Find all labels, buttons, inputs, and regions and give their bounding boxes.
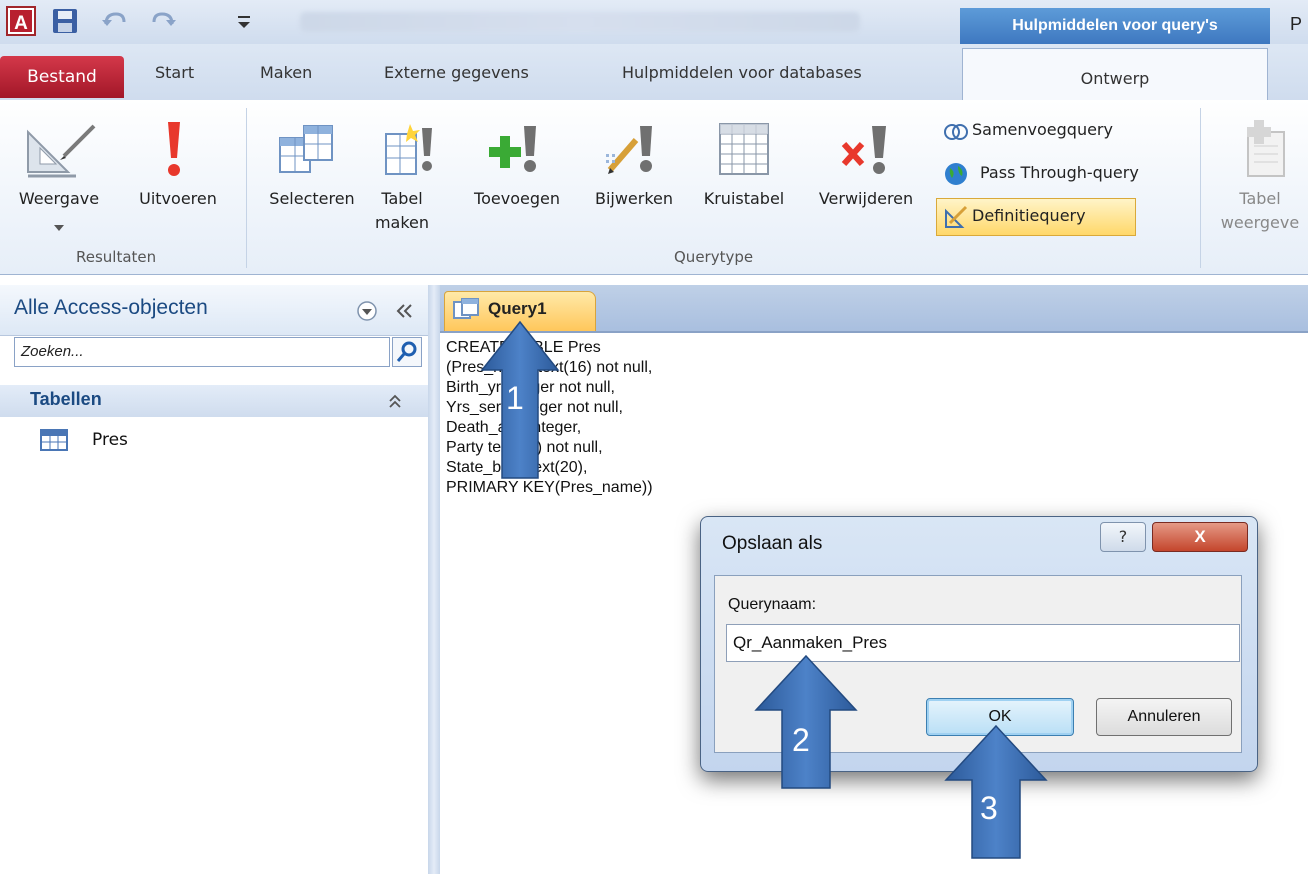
navigation-pane-title[interactable]: Alle Access-objecten — [14, 296, 208, 320]
tab-bestand[interactable]: Bestand — [0, 56, 124, 98]
kruistabel-button[interactable]: Kruistabel — [690, 188, 798, 210]
group-separator — [246, 108, 247, 268]
undo-icon[interactable] — [100, 8, 130, 34]
dialog-title: Opslaan als — [722, 533, 823, 554]
window-title-blurred — [300, 12, 860, 32]
collapse-group-icon[interactable] — [386, 392, 404, 410]
pass-through-query-button[interactable]: Pass Through-query — [980, 163, 1139, 182]
delete-query-icon[interactable] — [838, 118, 898, 182]
design-view-icon[interactable] — [20, 118, 102, 182]
select-query-icon[interactable] — [274, 118, 338, 182]
update-query-icon[interactable] — [600, 118, 660, 182]
bijwerken-button[interactable]: Bijwerken — [582, 188, 686, 210]
tabel-weergeven-label-2[interactable]: weergeve — [1212, 212, 1308, 234]
tabel-weergeven-label-1[interactable]: Tabel — [1212, 188, 1308, 210]
search-icon[interactable] — [392, 337, 422, 367]
nav-group-tabellen[interactable]: Tabellen — [30, 389, 102, 410]
nav-item-label: Pres — [92, 430, 128, 450]
tab-maken[interactable]: Maken — [260, 58, 312, 88]
toevoegen-button[interactable]: Toevoegen — [456, 188, 578, 210]
group-resultaten: Resultaten — [76, 248, 157, 266]
document-tab-label: Query1 — [488, 299, 547, 318]
show-table-icon[interactable] — [1236, 118, 1292, 182]
globe-icon[interactable] — [944, 162, 968, 186]
nav-search-input[interactable]: Zoeken... — [14, 337, 390, 367]
run-exclamation-icon[interactable] — [158, 118, 190, 182]
customize-toolbar-icon[interactable] — [234, 10, 254, 32]
tabel-maken-label-2[interactable]: maken — [372, 212, 432, 234]
redo-icon[interactable] — [148, 8, 178, 34]
group-querytype: Querytype — [674, 248, 754, 266]
definition-query-icon[interactable] — [944, 205, 968, 229]
append-query-icon[interactable] — [484, 118, 544, 182]
annotation-number-3: 3 — [980, 790, 998, 826]
definitiequery-button[interactable]: Definitiequery — [972, 206, 1086, 225]
window-title-fragment: P — [1290, 14, 1303, 34]
uitvoeren-button[interactable]: Uitvoeren — [128, 188, 228, 210]
nav-item-pres[interactable]: Pres — [40, 428, 240, 456]
close-button[interactable]: X — [1152, 522, 1248, 552]
tab-start[interactable]: Start — [155, 58, 194, 88]
query-name-label: Querynaam: — [728, 596, 817, 613]
contextual-tab-group-label: Hulpmiddelen voor query's — [960, 8, 1270, 44]
navigation-pane — [0, 285, 429, 874]
tab-externe-gegevens[interactable]: Externe gegevens — [384, 58, 529, 88]
annotation-number-1: 1 — [506, 380, 524, 416]
tabel-maken-label-1[interactable]: Tabel — [372, 188, 432, 210]
make-table-query-icon[interactable] — [380, 118, 436, 182]
tab-ontwerp[interactable]: Ontwerp — [962, 48, 1268, 101]
query-icon — [452, 298, 480, 322]
group-separator — [1200, 108, 1201, 268]
verwijderen-button[interactable]: Verwijderen — [804, 188, 928, 210]
weergave-button[interactable]: Weergave — [0, 188, 118, 210]
crosstab-query-icon[interactable] — [716, 118, 772, 182]
pane-splitter[interactable] — [428, 285, 440, 874]
selecteren-button[interactable]: Selecteren — [256, 188, 368, 210]
weergave-dropdown-icon[interactable] — [54, 218, 64, 231]
samenvoegquery-button[interactable]: Samenvoegquery — [972, 120, 1113, 139]
access-app-icon[interactable]: A — [6, 6, 36, 36]
annotation-number-2: 2 — [792, 722, 810, 758]
union-query-icon[interactable] — [944, 122, 968, 142]
table-icon — [40, 428, 68, 452]
cancel-button[interactable]: Annuleren — [1096, 698, 1232, 736]
collapse-pane-icon[interactable] — [392, 300, 416, 322]
save-icon[interactable] — [52, 8, 78, 34]
nav-menu-dropdown-icon[interactable] — [356, 300, 378, 322]
svg-text:A: A — [14, 13, 28, 34]
help-button[interactable]: ? — [1100, 522, 1146, 552]
tab-hulpmiddelen-voor-databases[interactable]: Hulpmiddelen voor databases — [622, 58, 862, 88]
